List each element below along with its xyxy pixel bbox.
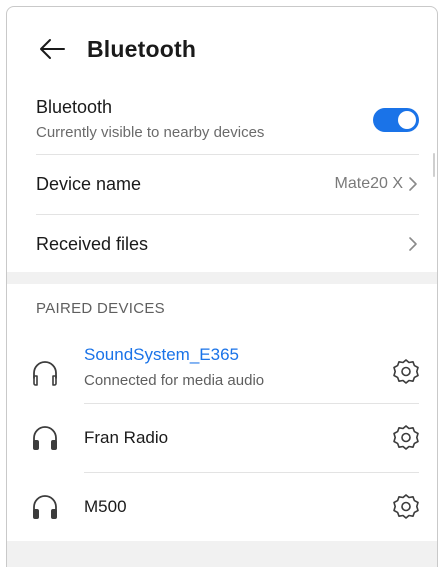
bluetooth-visibility-status: Currently visible to nearby devices (36, 124, 265, 141)
bluetooth-label: Bluetooth (36, 97, 113, 117)
bluetooth-settings-screen: Bluetooth Bluetooth Currently visible to… (6, 6, 438, 567)
device-name: Fran Radio (84, 428, 169, 447)
paired-device-row[interactable]: M500 (7, 473, 437, 541)
gear-icon[interactable] (391, 357, 421, 387)
chevron-right-icon (409, 177, 417, 191)
section-separator (7, 541, 437, 567)
paired-device-row[interactable]: SoundSystem_E365 Connected for media aud… (7, 337, 437, 403)
app-bar: Bluetooth (7, 25, 437, 73)
bluetooth-toggle-row[interactable]: Bluetooth Currently visible to nearby de… (7, 93, 437, 153)
device-name-row[interactable]: Device name Mate20 X (7, 155, 437, 213)
headphones-filled-icon (33, 426, 57, 450)
gear-icon[interactable] (391, 492, 421, 522)
paired-device-row[interactable]: Fran Radio (7, 404, 437, 472)
arrow-left-icon (40, 39, 65, 59)
device-connection-status: Connected for media audio (84, 372, 265, 389)
paired-devices-header: PAIRED DEVICES (36, 300, 165, 317)
received-files-row[interactable]: Received files (7, 215, 437, 273)
device-name-label: Device name (36, 173, 142, 194)
device-name: SoundSystem_E365 (84, 345, 239, 364)
switch-knob (398, 111, 416, 129)
bluetooth-switch[interactable] (373, 108, 419, 132)
gear-icon[interactable] (391, 423, 421, 453)
headphones-filled-icon (33, 495, 57, 519)
received-files-label: Received files (36, 233, 149, 254)
headphones-outline-icon (33, 361, 57, 386)
chevron-right-icon (409, 237, 417, 251)
device-name: M500 (84, 497, 127, 516)
page-title: Bluetooth (87, 35, 197, 62)
back-button[interactable] (31, 28, 73, 70)
section-separator (7, 272, 437, 284)
device-name-value: Mate20 X (334, 175, 403, 192)
